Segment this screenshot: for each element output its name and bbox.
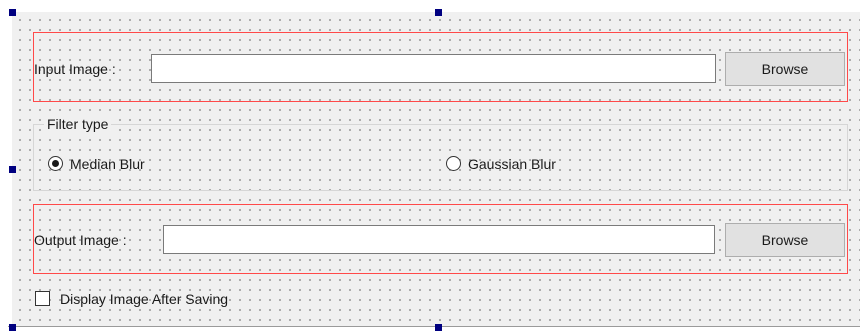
input-image-label: Input Image :	[34, 61, 116, 77]
selection-handle-icon[interactable]	[9, 9, 16, 16]
selection-handle-icon[interactable]	[9, 324, 16, 331]
selection-handle-icon[interactable]	[9, 166, 16, 173]
filter-type-group	[33, 124, 848, 191]
selection-handle-icon[interactable]	[435, 324, 442, 331]
output-browse-button[interactable]: Browse	[725, 223, 845, 257]
input-browse-button[interactable]: Browse	[725, 52, 845, 86]
output-image-label: Output Image :	[34, 232, 127, 248]
display-after-saving-label[interactable]: Display Image After Saving	[60, 290, 228, 308]
filter-type-title: Filter type	[44, 115, 112, 133]
median-blur-radio[interactable]	[48, 156, 63, 171]
radio-selected-dot-icon	[52, 160, 59, 167]
input-image-field[interactable]	[151, 54, 716, 83]
output-image-field[interactable]	[163, 225, 715, 254]
gaussian-blur-label[interactable]: Gaussian Blur	[468, 155, 556, 173]
display-after-saving-checkbox[interactable]	[35, 291, 50, 306]
gaussian-blur-radio[interactable]	[446, 156, 461, 171]
form-bottom-border	[8, 326, 860, 327]
selection-handle-icon[interactable]	[435, 9, 442, 16]
median-blur-label[interactable]: Median Blur	[70, 155, 145, 173]
